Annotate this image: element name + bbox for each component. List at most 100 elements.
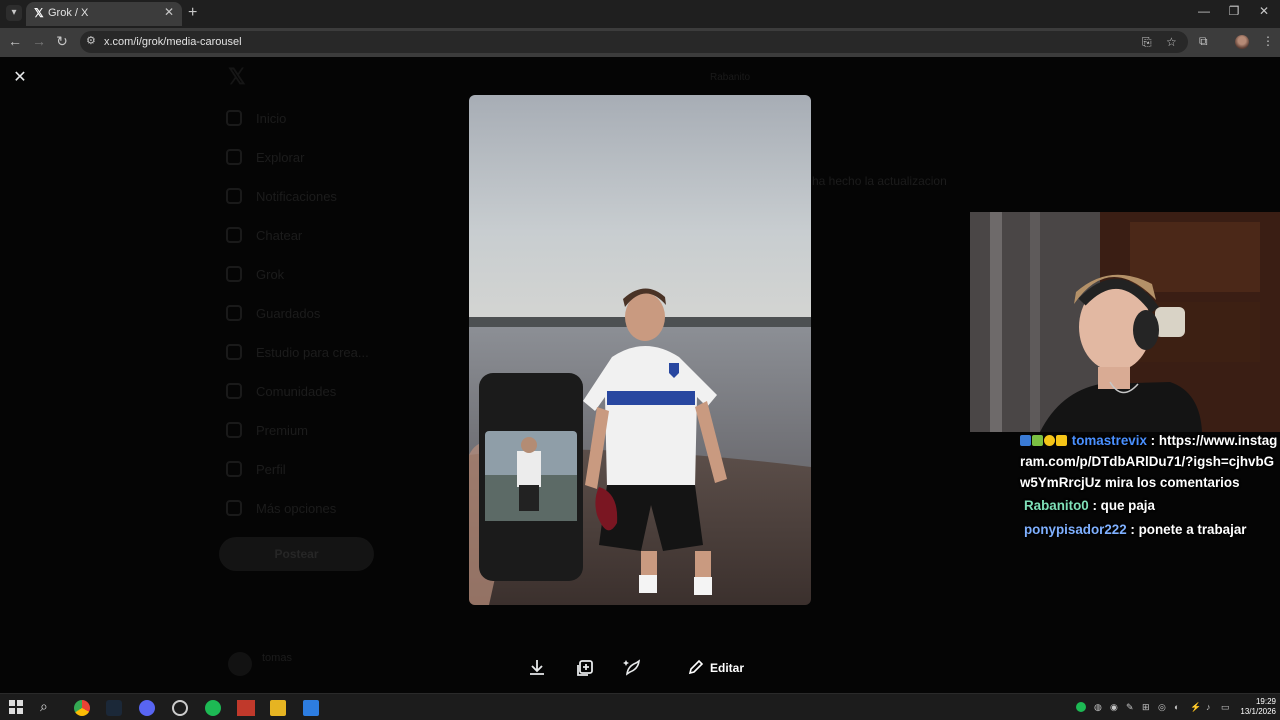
download-icon[interactable] bbox=[526, 657, 548, 679]
app-icon[interactable] bbox=[237, 700, 255, 716]
badge-icon bbox=[1020, 435, 1031, 446]
spotify-icon[interactable] bbox=[205, 700, 221, 716]
grok-prompt-text: ha hecho la actualizacion bbox=[812, 174, 947, 188]
more-icon bbox=[226, 500, 242, 516]
sidebar-item: Explorar bbox=[226, 147, 304, 167]
grok-icon bbox=[226, 266, 242, 282]
address-bar[interactable]: ⚙ x.com/i/grok/media-carousel ⎘ ☆ bbox=[80, 31, 1188, 53]
user-name: tomas bbox=[262, 652, 292, 664]
steam-icon[interactable] bbox=[106, 700, 122, 716]
steam-tray-icon[interactable]: ◐ bbox=[1174, 702, 1179, 712]
pencil-icon bbox=[688, 659, 704, 678]
studio-icon bbox=[226, 344, 242, 360]
stream-chat: tomastrevix : https://www.instagram.com/… bbox=[1020, 430, 1280, 540]
reload-button[interactable]: ↻ bbox=[53, 33, 71, 50]
sidebar-item: Notificaciones bbox=[226, 186, 337, 206]
clock-time[interactable]: 19:29 bbox=[1236, 697, 1276, 706]
chat-text: que paja bbox=[1100, 498, 1155, 513]
forward-button[interactable]: → bbox=[30, 33, 48, 49]
sidebar-item-label: Inicio bbox=[256, 110, 287, 126]
tray-icon[interactable]: ◉ bbox=[1110, 702, 1118, 713]
sidebar-item-label: Premium bbox=[256, 422, 309, 438]
sidebar-item-label: Guardados bbox=[256, 305, 321, 321]
file-explorer-icon[interactable] bbox=[270, 700, 286, 716]
tab-title: Grok / X bbox=[48, 7, 89, 19]
tray-icon[interactable]: ⚡ bbox=[1190, 702, 1201, 713]
edit-button-label: Editar bbox=[710, 661, 745, 675]
chat-message: tomastrevix : https://www.instagram.com/… bbox=[1020, 433, 1278, 490]
discord-tray-icon[interactable]: ◍ bbox=[1094, 702, 1102, 713]
obs-icon[interactable] bbox=[172, 700, 188, 716]
sidebar-item: Guardados bbox=[226, 303, 320, 323]
chat-message: Rabanito0 : que paja bbox=[1024, 498, 1155, 513]
tray-icon[interactable]: ◎ bbox=[1158, 702, 1166, 713]
chat-username: tomastrevix bbox=[1071, 433, 1147, 448]
edit-button[interactable]: Editar bbox=[676, 652, 756, 684]
network-icon[interactable]: ▭ bbox=[1221, 702, 1230, 713]
x-icon bbox=[226, 422, 242, 438]
tab-search-button[interactable]: ▾ bbox=[6, 5, 22, 21]
webcam-overlay bbox=[970, 212, 1280, 432]
app-icon[interactable] bbox=[303, 700, 319, 716]
sidebar-item: Premium bbox=[226, 420, 308, 440]
spotify-tray-icon[interactable] bbox=[1076, 702, 1086, 712]
chat-message: ponypisador222 : ponete a trabajar bbox=[1024, 522, 1247, 537]
close-window-button[interactable]: ✕ bbox=[1254, 4, 1274, 18]
browser-tab-bar: ▾ 𝕏 Grok / X ✕ + — ❐ ✕ bbox=[0, 0, 1280, 28]
x-logo-icon: 𝕏 bbox=[228, 64, 246, 89]
tray-icon[interactable]: ⊞ bbox=[1142, 702, 1150, 713]
sidebar-item-label: Chatear bbox=[256, 227, 303, 243]
install-app-icon[interactable]: ⎘ bbox=[1142, 35, 1152, 50]
tab-close-icon[interactable]: ✕ bbox=[164, 5, 174, 19]
clock-date[interactable]: 13/1/2026 bbox=[1236, 707, 1276, 716]
post-button: Postear bbox=[219, 537, 374, 571]
chat-text: ponete a trabajar bbox=[1138, 522, 1247, 537]
chat-username: Rabanito0 bbox=[1024, 498, 1089, 513]
windows-taskbar: ⌕ ◍ ◉ ✎ ⊞ ◎ ◐ ⚡ ♪ ▭ 19:29 13/1/2026 bbox=[0, 693, 1280, 720]
volume-icon[interactable]: ♪ bbox=[1206, 702, 1211, 712]
sidebar-item: Estudio para crea... bbox=[226, 342, 369, 362]
url-text[interactable]: x.com/i/grok/media-carousel bbox=[104, 36, 242, 48]
chat-username: ponypisador222 bbox=[1024, 522, 1127, 537]
new-tab-button[interactable]: + bbox=[188, 4, 197, 22]
bookmark-star-icon[interactable]: ☆ bbox=[1166, 35, 1177, 49]
sidebar-item-label: Más opciones bbox=[256, 500, 337, 516]
chrome-icon[interactable] bbox=[74, 700, 90, 716]
browser-menu-icon[interactable]: ⋮ bbox=[1262, 34, 1274, 48]
sidebar-item-label: Grok bbox=[256, 266, 285, 282]
badge-icon bbox=[1044, 435, 1055, 446]
close-icon[interactable]: ✕ bbox=[10, 68, 30, 88]
minimize-button[interactable]: — bbox=[1194, 4, 1214, 18]
person-icon bbox=[226, 461, 242, 477]
media-image bbox=[469, 95, 811, 605]
search-icon[interactable]: ⌕ bbox=[40, 698, 56, 714]
badge-icon bbox=[1056, 435, 1067, 446]
profile-avatar[interactable] bbox=[1235, 35, 1249, 49]
sidebar-item: Perfil bbox=[226, 459, 286, 479]
mail-icon bbox=[226, 227, 242, 243]
avatar bbox=[228, 652, 252, 676]
back-button[interactable]: ← bbox=[6, 33, 24, 49]
browser-tab[interactable]: 𝕏 Grok / X ✕ bbox=[26, 2, 182, 26]
browser-toolbar: ← → ↻ ⚙ x.com/i/grok/media-carousel ⎘ ☆ … bbox=[0, 28, 1280, 57]
sidebar-item: Chatear bbox=[226, 225, 302, 245]
discord-icon[interactable] bbox=[139, 700, 155, 716]
home-icon bbox=[226, 110, 242, 126]
sidebar-item: Grok bbox=[226, 264, 284, 284]
sidebar-item-label: Comunidades bbox=[256, 383, 337, 399]
sidebar-item-label: Notificaciones bbox=[256, 188, 337, 204]
extensions-icon[interactable]: ⧉ bbox=[1199, 34, 1208, 49]
sidebar-item: Más opciones bbox=[226, 498, 336, 518]
sidebar-item: Inicio bbox=[226, 108, 286, 128]
sidebar-item-label: Perfil bbox=[256, 461, 286, 477]
add-media-icon[interactable] bbox=[574, 657, 596, 679]
search-icon bbox=[226, 149, 242, 165]
grok-imagine-icon[interactable] bbox=[622, 657, 644, 679]
site-info-icon[interactable]: ⚙ bbox=[86, 34, 96, 47]
photo-beach-person bbox=[469, 95, 811, 605]
windows-start-icon[interactable] bbox=[9, 700, 25, 716]
sidebar-item-label: Explorar bbox=[256, 149, 305, 165]
tray-icon[interactable]: ✎ bbox=[1126, 702, 1134, 713]
badge-icon bbox=[1032, 435, 1043, 446]
restore-button[interactable]: ❐ bbox=[1224, 4, 1244, 18]
